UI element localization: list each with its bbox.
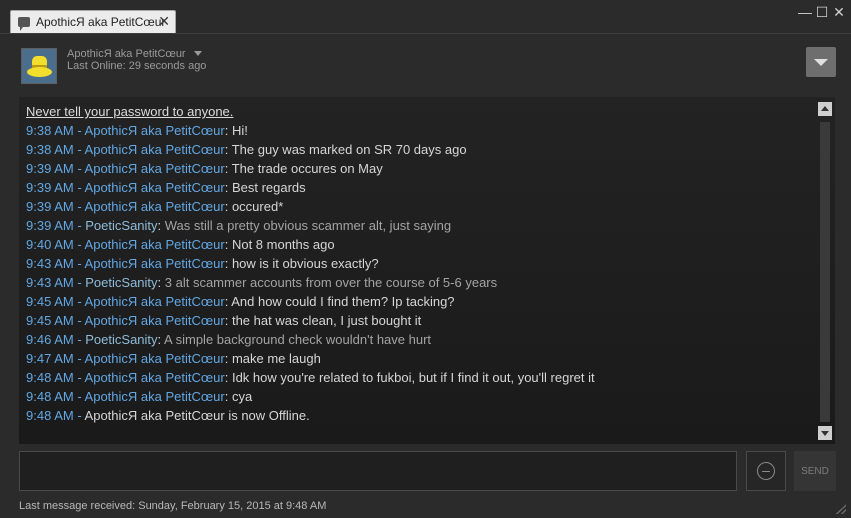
message-time: 9:39 AM	[26, 161, 74, 176]
emoticon-button[interactable]	[746, 451, 786, 491]
message-sender[interactable]: ApothicЯ aka PetitCœur	[85, 142, 225, 157]
scroll-thumb[interactable]	[820, 122, 830, 422]
emoticon-icon	[757, 462, 775, 480]
tab-title: ApothicЯ aka PetitCœur	[36, 15, 166, 29]
message-text: cya	[231, 389, 253, 404]
message-time: 9:45 AM	[26, 294, 74, 309]
message-sender[interactable]: ApothicЯ aka PetitCœur	[85, 370, 225, 385]
password-warning: Never tell your password to anyone.	[26, 104, 234, 119]
message-text: The guy was marked on SR 70 days ago	[231, 142, 467, 157]
chat-window: ApothicЯ aka PetitCœur Last Online: 29 s…	[0, 33, 851, 518]
message-input[interactable]	[19, 451, 737, 491]
message-sender[interactable]: ApothicЯ aka PetitCœur	[85, 313, 225, 328]
last-message-received: Last message received: Sunday, February …	[19, 500, 327, 512]
message-text: occured*	[231, 199, 284, 214]
message-text: Hi!	[231, 123, 248, 138]
message-text: Best regards	[231, 180, 306, 195]
message-time: 9:39 AM	[26, 180, 74, 195]
chat-message: 9:47 AM - ApothicЯ aka PetitCœur: make m…	[26, 351, 321, 366]
message-text: the hat was clean, I just bought it	[231, 313, 422, 328]
message-text: make me laugh	[231, 351, 321, 366]
message-sender[interactable]: ApothicЯ aka PetitCœur	[85, 351, 225, 366]
message-text: Was still a pretty obvious scammer alt, …	[164, 218, 452, 233]
chat-message: 9:48 AM - ApothicЯ aka PetitCœur: Idk ho…	[26, 370, 595, 385]
message-sender[interactable]: ApothicЯ aka PetitCœur	[85, 389, 225, 404]
message-sender[interactable]: ApothicЯ aka PetitCœur	[85, 294, 225, 309]
message-time: 9:48 AM	[26, 370, 74, 385]
chat-message: 9:45 AM - ApothicЯ aka PetitCœur: And ho…	[26, 294, 455, 309]
minimize-button[interactable]: —	[798, 5, 812, 19]
message-text: Idk how you're related to fukboi, but if…	[231, 370, 595, 385]
message-time: 9:39 AM	[26, 218, 74, 233]
chat-message: 9:39 AM - ApothicЯ aka PetitCœur: occure…	[26, 199, 284, 214]
message-time: 9:47 AM	[26, 351, 74, 366]
chat-message: 9:38 AM - ApothicЯ aka PetitCœur: Hi!	[26, 123, 248, 138]
chat-tab[interactable]: ApothicЯ aka PetitCœur ✕	[10, 10, 176, 33]
message-sender[interactable]: PoeticSanity	[85, 218, 157, 233]
chat-message: 9:48 AM - ApothicЯ aka PetitCœur: cya	[26, 389, 253, 404]
message-time: 9:43 AM	[26, 275, 74, 290]
chat-message: 9:46 AM - PoeticSanity: A simple backgro…	[26, 332, 432, 347]
offline-notice: 9:48 AM - ApothicЯ aka PetitCœur is now …	[26, 408, 310, 423]
chat-message: 9:43 AM - ApothicЯ aka PetitCœur: how is…	[26, 256, 379, 271]
tab-close-icon[interactable]: ✕	[158, 14, 170, 28]
chat-message: 9:45 AM - ApothicЯ aka PetitCœur: the ha…	[26, 313, 422, 328]
offline-text: ApothicЯ aka PetitCœur is now Offline.	[84, 408, 310, 423]
message-time: 9:40 AM	[26, 237, 74, 252]
message-sender[interactable]: ApothicЯ aka PetitCœur	[85, 237, 225, 252]
title-bar: ApothicЯ aka PetitCœur ✕ — ☐ ✕	[0, 0, 851, 33]
message-time: 9:46 AM	[26, 332, 74, 347]
message-text: The trade occures on May	[231, 161, 383, 176]
chat-bubble-icon	[18, 17, 30, 31]
message-time: 9:38 AM	[26, 142, 74, 157]
message-sender[interactable]: ApothicЯ aka PetitCœur	[85, 161, 225, 176]
avatar[interactable]	[21, 48, 57, 84]
close-window-button[interactable]: ✕	[832, 5, 846, 19]
chat-message: 9:43 AM - PoeticSanity: 3 alt scammer ac…	[26, 275, 498, 290]
chat-message: 9:40 AM - ApothicЯ aka PetitCœur: Not 8 …	[26, 237, 335, 252]
message-time: 9:39 AM	[26, 199, 74, 214]
chat-message: 9:39 AM - ApothicЯ aka PetitCœur: The tr…	[26, 161, 383, 176]
maximize-button[interactable]: ☐	[815, 5, 829, 19]
scroll-down-icon[interactable]	[818, 426, 832, 440]
friend-dropdown-icon[interactable]	[194, 51, 202, 56]
message-sender[interactable]: ApothicЯ aka PetitCœur	[85, 180, 225, 195]
chat-message: 9:38 AM - ApothicЯ aka PetitCœur: The gu…	[26, 142, 467, 157]
message-sender[interactable]: ApothicЯ aka PetitCœur	[85, 199, 225, 214]
message-time: 9:45 AM	[26, 313, 74, 328]
message-sender[interactable]: PoeticSanity	[85, 275, 157, 290]
friend-status: Last Online: 29 seconds ago	[67, 60, 207, 72]
scroll-up-icon[interactable]	[818, 102, 832, 116]
chat-lines: Never tell your password to anyone. 9:38…	[26, 102, 806, 425]
chat-message: 9:39 AM - ApothicЯ aka PetitCœur: Best r…	[26, 180, 306, 195]
message-text: how is it obvious exactly?	[231, 256, 379, 271]
chat-message: 9:39 AM - PoeticSanity: Was still a pret…	[26, 218, 452, 233]
send-button[interactable]: SEND	[794, 451, 836, 491]
message-text: And how could I find them? Ip tacking?	[231, 294, 455, 309]
message-time: 9:48 AM	[26, 389, 74, 404]
message-sender[interactable]: ApothicЯ aka PetitCœur	[85, 256, 225, 271]
message-sender[interactable]: PoeticSanity	[85, 332, 157, 347]
message-time: 9:38 AM	[26, 123, 74, 138]
message-time: 9:43 AM	[26, 256, 74, 271]
message-sender[interactable]: ApothicЯ aka PetitCœur	[85, 123, 225, 138]
resize-grip-icon[interactable]	[836, 504, 846, 514]
friend-name[interactable]: ApothicЯ aka PetitCœur	[67, 48, 186, 60]
message-text: A simple background check wouldn't have …	[164, 332, 432, 347]
message-text: 3 alt scammer accounts from over the cou…	[164, 275, 498, 290]
offline-time: 9:48 AM	[26, 408, 74, 423]
message-text: Not 8 months ago	[231, 237, 335, 252]
chat-log: Never tell your password to anyone. 9:38…	[19, 97, 835, 444]
chat-menu-button[interactable]	[806, 47, 836, 77]
scrollbar[interactable]	[818, 102, 832, 440]
